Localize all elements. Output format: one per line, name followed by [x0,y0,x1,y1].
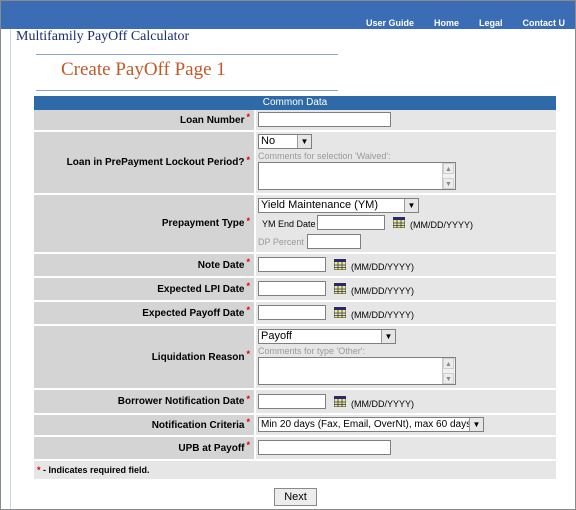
page-title: Create PayOff Page 1 [61,59,226,80]
chevron-down-icon: ▼ [469,418,483,431]
loan-number-input[interactable] [258,112,391,127]
field-label: Loan in PrePayment Lockout Period? * [34,132,254,193]
row-upb-at-payoff: UPB at Payoff * [34,437,556,461]
prepayment-type-select[interactable]: Yield Maintenance (YM) ▼ [258,198,419,213]
row-loan-number: Loan Number * [34,110,556,132]
scrollbar[interactable]: ▲ ▼ [442,358,455,384]
row-prepayment-type: Prepayment Type * Yield Maintenance (YM) ▼… [34,195,556,254]
browser-frame: User Guide Home Legal Contact U Multifam… [0,0,576,510]
comment-hint: Comments for type 'Other': [258,346,365,356]
comment-hint: Comments for selection 'Waived': [258,151,391,161]
chevron-down-icon: ▼ [297,135,311,148]
row-lockout: Loan in PrePayment Lockout Period? * No ▼ … [34,132,556,195]
top-banner: User Guide Home Legal Contact U [1,1,575,29]
nav-home[interactable]: Home [424,18,469,29]
chevron-down-icon: ▼ [381,330,395,343]
nav-legal[interactable]: Legal [469,18,513,29]
nav-contact[interactable]: Contact U [513,18,576,29]
required-marker: * [246,154,250,165]
ym-end-date-input[interactable] [317,215,385,230]
required-marker: * [246,281,250,291]
scrollbar[interactable]: ▲ ▼ [442,163,455,189]
row-expected-payoff-date: Expected Payoff Date * (MM/DD/YYYY) [34,302,556,326]
divider [36,54,338,55]
dp-percent-label: DP Percent [258,237,304,247]
upb-at-payoff-input[interactable] [258,440,391,455]
field-label: Borrower Notification Date * [34,390,254,413]
date-format-hint: (MM/DD/YYYY) [410,220,473,230]
row-borrower-notification-date: Borrower Notification Date * (MM/DD/YYYY) [34,390,556,415]
left-rail [1,29,11,509]
ym-end-date-label: YM End Date [262,219,316,229]
divider [36,90,338,91]
required-marker: * [246,257,250,267]
date-format-hint: (MM/DD/YYYY) [351,262,414,272]
calendar-icon[interactable] [334,283,346,294]
scroll-down-icon[interactable]: ▼ [443,373,454,384]
required-marker: * [246,215,250,226]
section-header: Common Data [34,96,556,110]
calendar-icon[interactable] [334,396,346,407]
field-label: Expected Payoff Date * [34,302,254,324]
date-format-hint: (MM/DD/YYYY) [351,286,414,296]
date-format-hint: (MM/DD/YYYY) [351,310,414,320]
dp-percent-input[interactable] [307,234,361,249]
row-liquidation-reason: Liquidation Reason * Payoff ▼ Comments for… [34,326,556,390]
notification-criteria-select[interactable]: Min 20 days (Fax, Email, OverNt), max 60… [258,417,484,432]
expected-payoff-date-input[interactable] [258,305,326,320]
row-expected-lpi-date: Expected LPI Date * (MM/DD/YYYY) [34,278,556,302]
row-notification-criteria: Notification Criteria * Min 20 days (Fax,… [34,415,556,437]
date-format-hint: (MM/DD/YYYY) [351,399,414,409]
calendar-icon[interactable] [393,217,405,228]
field-label: UPB at Payoff * [34,437,254,459]
next-button[interactable]: Next [274,488,317,506]
field-label: Expected LPI Date * [34,278,254,300]
payoff-form: Common Data Loan Number * Loan in PrePaym… [34,96,556,479]
calendar-icon[interactable] [334,259,346,270]
required-marker: * [246,305,250,315]
scroll-down-icon[interactable]: ▼ [443,178,454,189]
note-date-input[interactable] [258,257,326,272]
required-marker: * [246,112,250,122]
required-marker: * [246,440,250,450]
liquidation-reason-select[interactable]: Payoff ▼ [258,329,396,344]
field-label: Notification Criteria * [34,415,254,435]
required-marker: * [246,349,250,359]
lockout-select[interactable]: No ▼ [258,134,312,149]
scroll-up-icon[interactable]: ▲ [443,163,454,174]
top-nav: User Guide Home Legal Contact U [356,18,575,29]
chevron-down-icon: ▼ [404,199,418,212]
liquidation-comment-textarea[interactable]: ▲ ▼ [258,357,456,385]
scroll-up-icon[interactable]: ▲ [443,358,454,369]
app-title: Multifamily PayOff Calculator [16,29,190,44]
lockout-comment-textarea[interactable]: ▲ ▼ [258,162,456,190]
field-label: Loan Number * [34,110,254,130]
row-note-date: Note Date * (MM/DD/YYYY) [34,254,556,278]
field-label: Prepayment Type * [34,195,254,252]
required-marker: * [246,393,250,404]
field-label: Liquidation Reason * [34,326,254,388]
borrower-notification-date-input[interactable] [258,394,326,409]
required-footnote: * - Indicates required field. [34,461,556,479]
field-label: Note Date * [34,254,254,276]
nav-user-guide[interactable]: User Guide [356,18,424,29]
expected-lpi-date-input[interactable] [258,281,326,296]
calendar-icon[interactable] [334,307,346,318]
required-marker: * [246,417,250,427]
